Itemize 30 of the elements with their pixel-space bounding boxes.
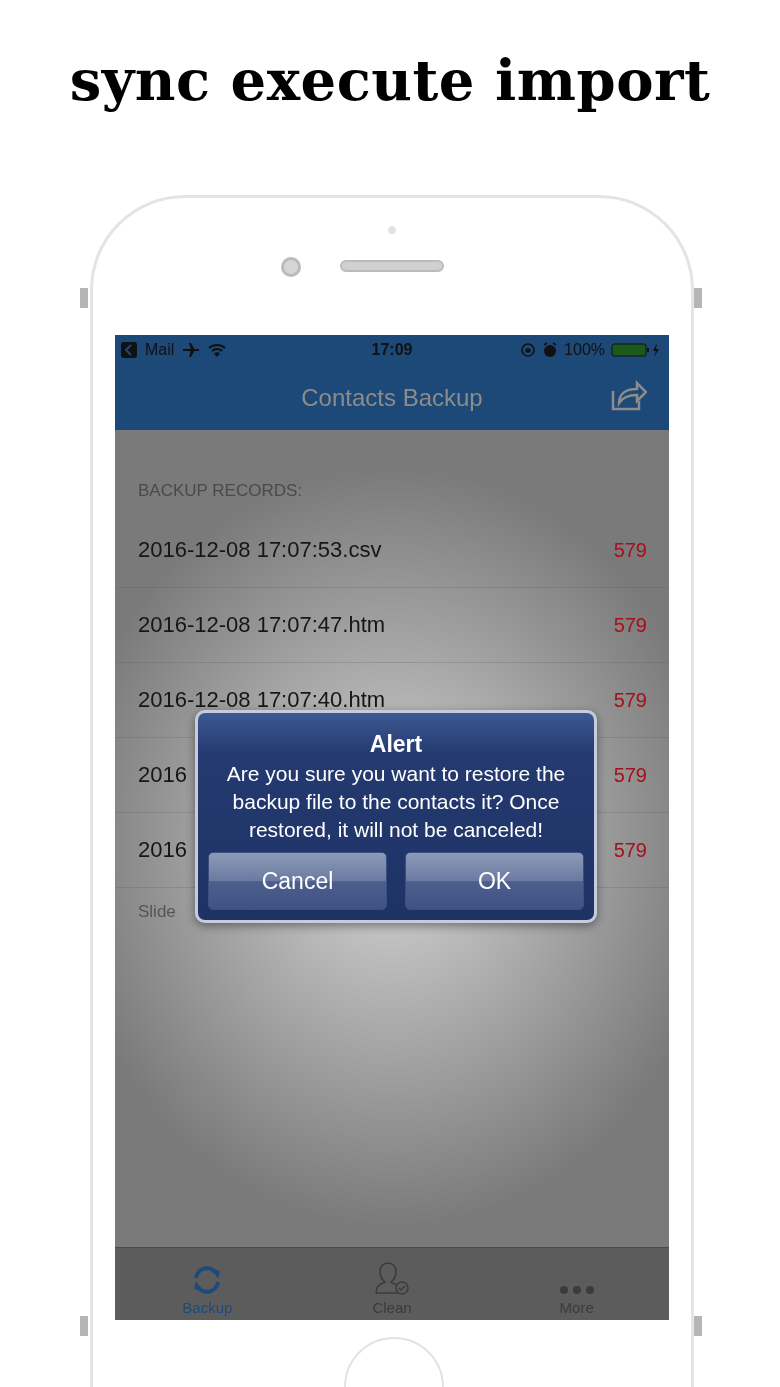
alarm-icon — [542, 342, 559, 358]
sensor-dot — [388, 226, 396, 234]
record-count: 579 — [613, 538, 647, 562]
back-icon — [121, 342, 137, 358]
record-name: 2016 — [138, 762, 187, 788]
airplane-icon — [182, 342, 201, 358]
rotation-lock-icon — [520, 342, 537, 358]
record-name: 2016-12-08 17:07:53.csv — [138, 537, 382, 563]
alert-message: Are you sure you want to restore the backup file to the contacts it? Once restored, it will not be canceled! — [225, 761, 567, 843]
footer-hint: Slide — [137, 901, 177, 923]
status-time: 17:09 — [371, 341, 413, 359]
record-row[interactable]: 2016-12-08 17:07:53.csv 579 — [115, 513, 669, 588]
record-name: 2016-12-08 17:07:47.htm — [138, 612, 386, 638]
wifi-icon — [208, 343, 227, 357]
alert-button[interactable]: OK — [405, 852, 584, 910]
battery-percent: 100% — [564, 341, 605, 359]
person-check-icon — [374, 1259, 410, 1295]
record-name: 2016-12-08 17:07:40.htm — [138, 687, 386, 713]
nav-title: Contacts Backup — [301, 383, 483, 412]
share-icon[interactable] — [611, 379, 647, 411]
record-count: 579 — [613, 613, 647, 637]
record-count: 579 — [613, 763, 647, 787]
alert-button[interactable]: Cancel — [208, 852, 387, 910]
more-icon — [558, 1285, 595, 1295]
record-row[interactable]: 2016-12-08 17:07:47.htm 579 — [115, 588, 669, 663]
record-count: 579 — [613, 688, 647, 712]
headline: sync execute import — [69, 52, 711, 114]
camera — [281, 257, 301, 277]
record-name: 2016 — [138, 837, 187, 863]
record-count: 579 — [613, 838, 647, 862]
